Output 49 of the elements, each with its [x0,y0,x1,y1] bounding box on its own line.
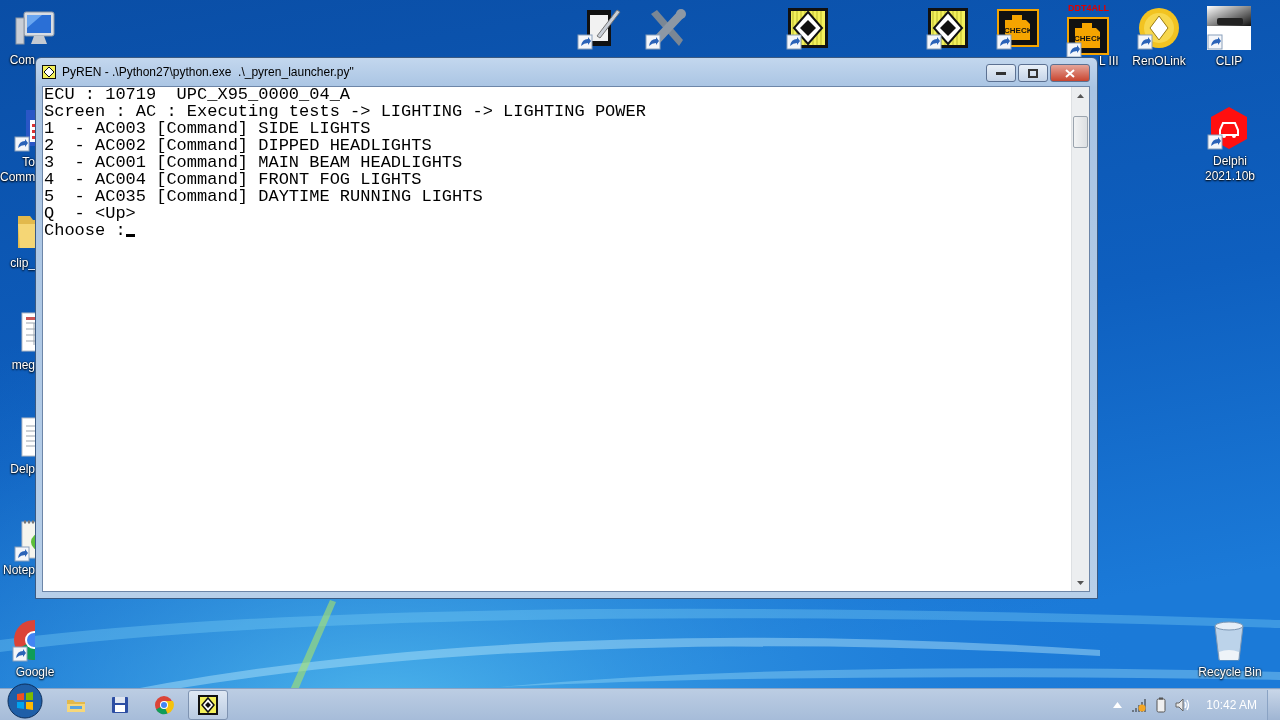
console-line: 2 - AC002 [Command] DIPPED HEADLIGHTS [44,137,432,154]
diamond-logo-icon[interactable] [926,6,970,50]
diamond-logo-icon [197,693,219,716]
signal-bars-icon[interactable] [1131,697,1148,712]
icon-label[interactable]: CLIP [1215,54,1243,69]
text-cursor [125,234,135,237]
icon-label[interactable]: Com [0,53,35,68]
icon-label[interactable]: RenOLink [1132,54,1186,69]
up-arrow-icon[interactable] [1077,93,1084,98]
engine-icon[interactable] [1066,14,1110,58]
chrome-icon[interactable] [12,618,35,662]
console-line: Screen : AC : Executing tests -> LIGHTING -> LIGHTING POWER [44,103,646,120]
window-title: PyREN - .\Python27\python.exe .\_pyren_launcher.py" [62,65,355,79]
console-line: Q - <Up> [44,205,136,222]
icon-label[interactable]: To Comm [0,155,35,185]
app-name-label: DDT4ALL [1068,4,1109,13]
tools-icon[interactable] [645,6,689,50]
volume-icon[interactable] [1175,697,1192,712]
icon-label[interactable]: meg [0,358,35,373]
maximize-button[interactable] [1018,64,1048,82]
app-icon[interactable] [42,65,56,79]
start-button[interactable] [6,682,44,720]
console-line: ECU : 10719 UPC_X95_0000_04_A [44,86,351,103]
scrollbar[interactable] [1071,87,1089,591]
engine-icon[interactable] [996,6,1040,50]
diamond-logo-icon[interactable] [786,6,830,50]
minimize-icon [996,71,1006,75]
console-line: 1 - AC003 [Command] SIDE LIGHTS [44,120,371,137]
close-icon [1065,68,1075,78]
icon-label[interactable]: Delp [0,462,35,477]
icon-label[interactable]: Notep [0,563,35,578]
minimize-button[interactable] [986,64,1016,82]
console-line: Choose : [44,222,126,239]
maximize-icon [1028,68,1038,78]
icon-label[interactable]: Delphi 2021.10b [1190,154,1270,184]
console-line: 5 - AC035 [Command] DAYTIME RUNNING LIGHTS [44,188,483,205]
chrome-icon [153,693,175,716]
battery-icon[interactable] [1156,696,1167,713]
close-button[interactable] [1050,64,1090,82]
down-arrow-icon[interactable] [1077,580,1084,585]
clip-logo-icon[interactable] [1207,6,1251,50]
taskbar-button[interactable] [188,689,228,720]
scroll-thumb[interactable] [1073,116,1088,148]
icon-label[interactable]: Google [0,665,70,680]
seal-logo-icon[interactable] [1137,6,1181,50]
console-line: 4 - AC004 [Command] FRONT FOG LIGHTS [44,171,422,188]
icon-label[interactable]: clip_ [0,256,35,271]
icon-label[interactable]: L III [1099,54,1119,69]
console-line: 3 - AC001 [Command] MAIN BEAM HEADLIGHTS [44,154,463,171]
